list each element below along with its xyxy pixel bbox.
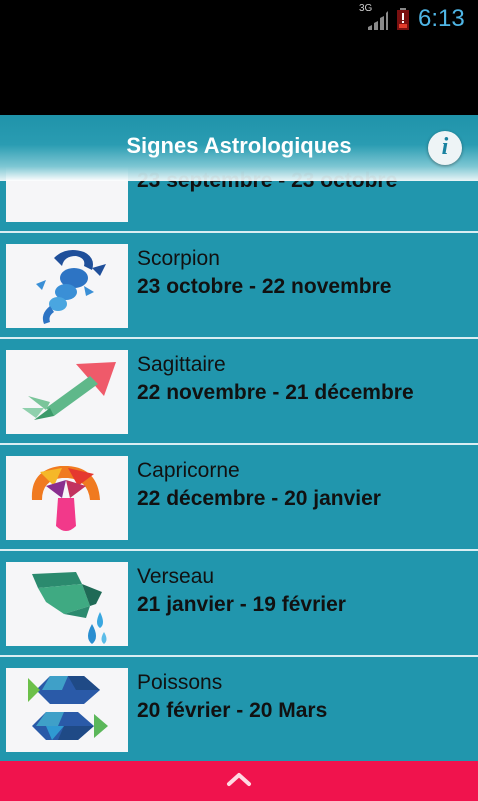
list-item[interactable]: Scorpion 23 octobre - 22 novembre bbox=[0, 233, 478, 339]
info-icon: i bbox=[441, 134, 449, 160]
sign-name: Scorpion bbox=[137, 247, 220, 270]
bottom-bar[interactable] bbox=[0, 761, 478, 801]
clock: 6:13 bbox=[418, 5, 465, 32]
chevron-up-icon[interactable] bbox=[226, 769, 252, 789]
list-item[interactable]: Capricorne 22 décembre - 20 janvier bbox=[0, 445, 478, 551]
sign-dates: 20 février - 20 Mars bbox=[137, 699, 328, 722]
sign-name: Capricorne bbox=[137, 459, 240, 482]
scorpio-icon bbox=[6, 244, 128, 328]
sign-dates: 23 octobre - 22 novembre bbox=[137, 275, 392, 298]
sign-dates: 21 janvier - 19 février bbox=[137, 593, 346, 616]
page-title: Signes Astrologiques bbox=[126, 133, 352, 158]
pisces-icon bbox=[6, 668, 128, 752]
app-screen: 23 septembre - 23 octobre Scorpion 23 oc… bbox=[0, 115, 478, 801]
battery-icon bbox=[397, 8, 409, 30]
sign-dates: 22 décembre - 20 janvier bbox=[137, 487, 381, 510]
sign-dates: 22 novembre - 21 décembre bbox=[137, 381, 414, 404]
signs-list[interactable]: 23 septembre - 23 octobre Scorpion 23 oc… bbox=[0, 115, 478, 761]
status-bar: 3G 6:13 bbox=[0, 0, 478, 38]
sign-name: Poissons bbox=[137, 671, 223, 694]
sagittarius-icon bbox=[6, 350, 128, 434]
list-item[interactable]: Verseau 21 janvier - 19 février bbox=[0, 551, 478, 657]
info-button[interactable]: i bbox=[428, 131, 462, 165]
empty-area bbox=[0, 38, 478, 115]
aquarius-icon bbox=[6, 562, 128, 646]
sign-name: Verseau bbox=[137, 565, 215, 588]
sign-name: Sagittaire bbox=[137, 353, 226, 376]
list-item[interactable]: Sagittaire 22 novembre - 21 décembre bbox=[0, 339, 478, 445]
signal-icon bbox=[368, 11, 388, 30]
action-bar: Signes Astrologiques i bbox=[0, 115, 478, 181]
capricorn-icon bbox=[6, 456, 128, 540]
list-item[interactable]: Poissons 20 février - 20 Mars bbox=[0, 657, 478, 761]
